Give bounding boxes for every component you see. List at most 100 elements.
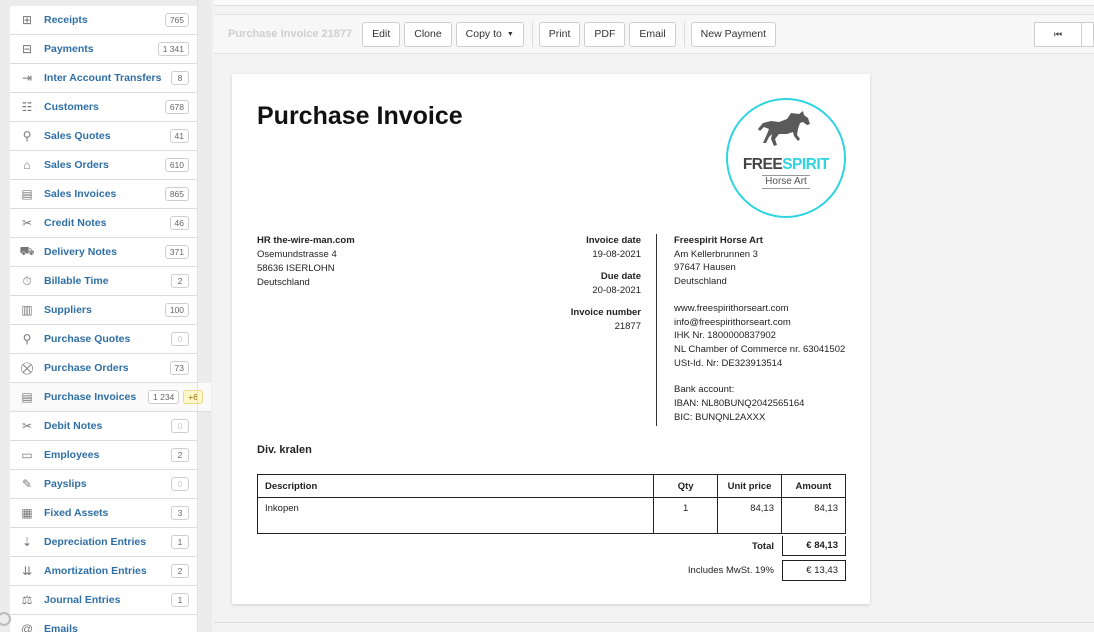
row-amount: 84,13 (781, 497, 846, 534)
sidebar-item-label: Fixed Assets (44, 507, 109, 519)
sidebar-item-customers[interactable]: ☷ Customers 678 (10, 93, 197, 122)
stopwatch-icon: ⏱ (22, 273, 32, 288)
top-bar (214, 0, 1094, 6)
supplier-website: www.freespirithorseart.com (674, 302, 789, 314)
new-payment-button[interactable]: New Payment (690, 21, 777, 47)
sidebar-item-purchase-quotes[interactable]: ⚲ Purchase Quotes 0 (10, 325, 197, 354)
invoice-document: Purchase Invoice FREESPIRIT Horse Art HR… (232, 74, 870, 604)
payslip-icon: ✎ (21, 477, 33, 491)
sidebar-item-credit-notes[interactable]: ✂ Credit Notes 46 (10, 209, 197, 238)
sidebar-item-label: Suppliers (44, 304, 92, 316)
sidebar-item-fixed-assets[interactable]: ▦ Fixed Assets 3 (10, 499, 197, 528)
count-badge: 2 (171, 448, 189, 462)
count-badge: 2 (171, 564, 189, 578)
sidebar-item-inter-account-transfers[interactable]: ⇥ Inter Account Transfers 8 (10, 64, 197, 93)
sidebar-item-sales-invoices[interactable]: ▤ Sales Invoices 865 (10, 180, 197, 209)
cart-icon: ⛒ (20, 360, 34, 375)
sidebar-item-purchase-invoices[interactable]: ▤ Purchase Invoices 1 234 +6 (10, 383, 211, 412)
sidebar: ⊞ Receipts 765 ⊟ Payments 1 341 ⇥ Inter Account… (0, 0, 212, 632)
table-row: Inkopen 1 84,13 84,13 (256, 497, 846, 534)
supplier-line: Am Kellerbrunnen 3 (674, 248, 758, 260)
sidebar-item-sales-orders[interactable]: ⌂ Sales Orders 610 (10, 151, 197, 180)
sidebar-item-suppliers[interactable]: ▥ Suppliers 100 (10, 296, 197, 325)
count-badge: 8 (171, 71, 189, 85)
supplier-logo: FREESPIRIT Horse Art (726, 98, 846, 218)
logo-spirit: SPIRIT (782, 156, 830, 173)
line-items-table: Description Qty Unit price Amount Inkope… (256, 474, 846, 534)
sidebar-item-payslips[interactable]: ✎ Payslips 0 (10, 470, 197, 499)
sidebar-item-label: Journal Entries (44, 594, 121, 606)
count-badge: 610 (164, 158, 189, 172)
col-amount: Amount (781, 474, 846, 498)
sidebar-item-label: Purchase Invoices (44, 391, 137, 403)
toolbar: Purchase Invoice 21877 Edit Clone Copy t… (214, 14, 1094, 54)
sidebar-item-label: Credit Notes (44, 217, 107, 229)
invoice-date-label: Invoice date (586, 235, 641, 246)
invoice-meta: Invoice date 19-08-2021 Due date 20-08-2… (552, 234, 641, 334)
sort-down-icon: ⇣ (21, 535, 33, 549)
previous-page-button[interactable] (1082, 22, 1094, 47)
edit-button[interactable]: Edit (362, 21, 401, 47)
scale-icon: ⚖ (21, 593, 33, 607)
row-qty: 1 (653, 497, 719, 534)
logo-free: FREE (742, 156, 783, 173)
meta-divider (656, 234, 657, 426)
sidebar-item-depreciation-entries[interactable]: ⇣ Depreciation Entries 1 (10, 528, 197, 557)
sidebar-item-amortization-entries[interactable]: ⇊ Amortization Entries 2 (10, 557, 197, 586)
sidebar-item-label: Payments (44, 43, 94, 55)
sidebar-item-label: Employees (44, 449, 100, 461)
invoice-title: Purchase Invoice (257, 102, 463, 130)
row-description: Inkopen (256, 497, 655, 534)
invoice-number: 21877 (614, 321, 641, 332)
row-unit-price: 84,13 (717, 497, 782, 534)
sidebar-item-purchase-orders[interactable]: ⛒ Purchase Orders 73 (10, 354, 197, 383)
document-icon: ▤ (21, 390, 33, 404)
supplier-line: Deutschland (674, 276, 727, 288)
vat-label: Includes MwSt. 19% (687, 564, 774, 576)
email-button[interactable]: Email (629, 21, 676, 47)
factory-icon: ▥ (21, 303, 33, 317)
sidebar-item-debit-notes[interactable]: ✂ Debit Notes 0 (10, 412, 197, 441)
billed-to-address: HR the-wire-man.com Osemundstrasse 4 586… (257, 234, 355, 290)
col-description: Description (256, 474, 655, 498)
horse-icon (758, 111, 810, 146)
compass-icon: ⚲ (22, 129, 32, 143)
supplier-details: Freespirit Horse Art Am Kellerbrunnen 3 … (674, 234, 845, 424)
sidebar-item-label: Customers (44, 101, 99, 113)
sidebar-item-label: Billable Time (44, 275, 109, 287)
iban: IBAN: NL80BUNQ2042565164 (674, 398, 805, 410)
total-label: Total (752, 540, 774, 552)
basket-icon: ⌂ (23, 158, 31, 172)
first-page-icon[interactable]: ⏮ (1034, 22, 1082, 47)
sidebar-item-receipts[interactable]: ⊞ Receipts 765 (10, 6, 197, 35)
sidebar-item-delivery-notes[interactable]: ⛟ Delivery Notes 371 (10, 238, 197, 267)
toolbar-separator (683, 21, 685, 47)
print-button[interactable]: Print (538, 21, 581, 47)
sidebar-item-employees[interactable]: ▭ Employees 2 (10, 441, 197, 470)
count-badge: 3 (171, 506, 189, 520)
sidebar-item-journal-entries[interactable]: ⚖ Journal Entries 1 (10, 586, 197, 615)
sidebar-item-label: Delivery Notes (44, 246, 117, 258)
transfer-icon: ⇥ (21, 71, 33, 85)
count-badge: 0 (171, 332, 189, 346)
count-badge: 865 (164, 187, 189, 201)
billed-to-line: 58636 ISERLOHN (257, 263, 335, 274)
pdf-button[interactable]: PDF (584, 21, 626, 47)
supplier-line: 97647 Hausen (674, 262, 736, 274)
at-icon: @ (20, 622, 34, 632)
sidebar-item-label: Sales Orders (44, 159, 109, 171)
clone-button[interactable]: Clone (404, 21, 452, 47)
bank-account-label: Bank account: (674, 384, 735, 396)
compass-icon: ⚲ (22, 332, 32, 346)
sidebar-item-label: Depreciation Entries (44, 536, 147, 548)
sidebar-item-billable-time[interactable]: ⏱ Billable Time 2 (10, 267, 197, 296)
due-date: 20-08-2021 (592, 285, 641, 296)
copy-to-button[interactable]: Copy to ▼ (455, 21, 524, 47)
caret-down-icon: ▼ (506, 30, 514, 38)
sidebar-item-emails[interactable]: @ Emails (10, 615, 197, 632)
sidebar-item-payments[interactable]: ⊟ Payments 1 341 (10, 35, 197, 64)
sidebar-item-sales-quotes[interactable]: ⚲ Sales Quotes 41 (10, 122, 197, 151)
sidebar-divider (197, 0, 198, 632)
totals: Total € 84,13 Includes MwSt. 19% € 13,43 (652, 534, 846, 582)
bottom-strip (214, 622, 1094, 623)
